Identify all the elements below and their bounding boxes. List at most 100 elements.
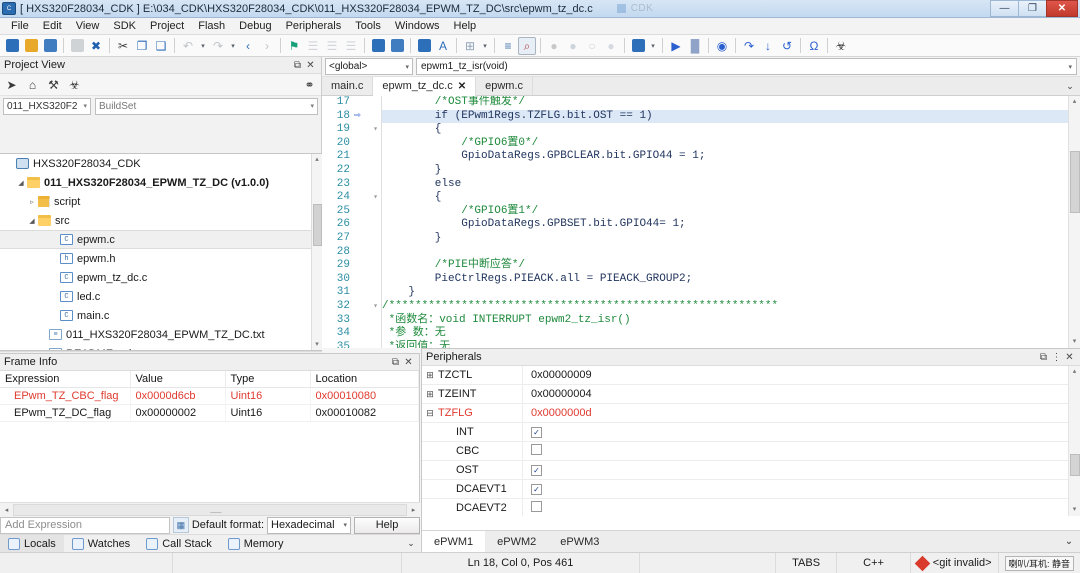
new-file-icon[interactable] <box>3 37 21 55</box>
project-tree-scrollbar[interactable]: ▴ ▾ <box>311 154 322 350</box>
chevron-down-icon[interactable]: ⌄ <box>1058 531 1080 552</box>
replace-icon[interactable] <box>388 37 406 55</box>
peripheral-value[interactable] <box>523 444 542 458</box>
column-header[interactable]: Value <box>130 371 226 388</box>
peripheral-row[interactable]: DCAEVT1 ✓ <box>422 480 1068 499</box>
editor-tab-epwm-c[interactable]: epwm.c <box>476 77 534 95</box>
menu-item-project[interactable]: Project <box>143 19 191 33</box>
tree-item[interactable]: ≡README.md <box>0 344 322 350</box>
tree-expander-icon[interactable]: ◢ <box>26 217 38 225</box>
link-icon[interactable]: ⚭ <box>302 77 317 92</box>
peripheral-row[interactable]: INT ✓ <box>422 423 1068 442</box>
code-line[interactable]: /*GPIO6置0*/ <box>382 137 1080 151</box>
maximize-button[interactable]: ❐ <box>1018 0 1046 17</box>
find-icon[interactable] <box>369 37 387 55</box>
tree-item[interactable]: h epwm.h <box>0 249 322 268</box>
column-header[interactable]: Location <box>310 371 419 388</box>
language-mode[interactable]: C++ <box>837 553 911 573</box>
menu-item-sdk[interactable]: SDK <box>106 19 143 33</box>
scrollbar-track[interactable]: ⸺ <box>13 503 407 517</box>
editor-vertical-scrollbar[interactable]: ▴ ▾ <box>1068 96 1080 348</box>
close-file-icon[interactable]: ✖ <box>87 37 105 55</box>
code-line[interactable]: /*GPIO6置1*/ <box>382 205 1080 219</box>
scroll-right-icon[interactable]: ▸ <box>407 506 420 514</box>
debug-tab-memory[interactable]: Memory <box>220 535 292 552</box>
code-line[interactable]: if (EPwm1Regs.TZFLG.bit.OST == 1) <box>382 109 1080 124</box>
checkbox[interactable] <box>531 444 542 455</box>
float-icon[interactable]: ⧉ <box>1037 352 1050 363</box>
float-icon[interactable]: ⧉ <box>291 60 304 71</box>
editor-tab-epwm_tz_dc-c[interactable]: epwm_tz_dc.c ✕ <box>373 77 477 96</box>
code-line[interactable]: /***************************************… <box>382 300 1080 314</box>
code-line[interactable]: /*OST事件触发*/ <box>382 96 1080 110</box>
code-line[interactable]: PieCtrlRegs.PIEACK.all = PIEACK_GROUP2; <box>382 273 1080 287</box>
code-line[interactable]: { <box>382 191 1080 205</box>
code-line[interactable] <box>382 246 1080 260</box>
peripheral-value[interactable]: ✓ <box>523 483 542 495</box>
column-header[interactable]: Type <box>225 371 311 388</box>
scope-select[interactable]: <global> ▾ <box>325 58 413 75</box>
column-header[interactable]: Expression <box>0 371 131 388</box>
code-line[interactable]: *参 数：无 <box>382 327 1080 341</box>
home-icon[interactable]: ⌂ <box>25 77 40 92</box>
scroll-left-icon[interactable]: ◂ <box>0 506 13 514</box>
table-icon[interactable]: ▦ <box>172 517 189 533</box>
expand-toggle-icon[interactable]: ⊞ <box>422 389 438 400</box>
close-icon[interactable]: ✕ <box>304 60 317 71</box>
layout-icon[interactable]: ⊞ <box>461 37 479 55</box>
scroll-up-icon[interactable]: ▴ <box>312 154 322 165</box>
frame-info-hscrollbar[interactable]: ◂ ⸺ ▸ <box>0 502 420 516</box>
checkbox[interactable]: ✓ <box>531 427 542 438</box>
tree-item[interactable]: Cepwm_tz_dc.c <box>0 268 322 287</box>
peripheral-row[interactable]: DCAEVT2 <box>422 499 1068 516</box>
stop-debug-icon[interactable]: ◉ <box>713 37 731 55</box>
chevron-down-icon[interactable]: ⌄ <box>1060 77 1080 95</box>
close-button[interactable]: ✕ <box>1046 0 1078 17</box>
step-out-icon[interactable]: ↺ <box>778 37 796 55</box>
paste-icon[interactable]: ❑ <box>152 37 170 55</box>
peripherals-register-table[interactable]: ⊞ TZCTL 0x00000009 ⊞ TZEINT 0x00000004 ⊟ TZFLG 0… <box>422 366 1068 516</box>
navigate-back-icon[interactable]: ‹ <box>239 37 257 55</box>
code-line[interactable]: { <box>382 123 1080 137</box>
scrollbar-thumb[interactable] <box>313 204 322 246</box>
menu-item-debug[interactable]: Debug <box>232 19 278 33</box>
checkbox[interactable] <box>531 501 542 512</box>
code-line[interactable]: } <box>382 164 1080 178</box>
headset-icon[interactable]: Ω <box>805 37 823 55</box>
peripheral-row[interactable]: ⊞ TZCTL 0x00000009 <box>422 366 1068 385</box>
add-expression-input[interactable]: Add Expression <box>0 516 170 534</box>
copy-icon[interactable]: ❐ <box>133 37 151 55</box>
function-select[interactable]: epwm1_tz_isr(void) ▾ <box>416 58 1077 75</box>
peripheral-row[interactable]: CBC <box>422 442 1068 461</box>
menu-item-tools[interactable]: Tools <box>348 19 388 33</box>
peripheral-tab-epwm1[interactable]: ePWM1 <box>422 531 486 552</box>
build-icon[interactable]: ≡ <box>499 37 517 55</box>
format-code-icon[interactable]: A <box>434 37 452 55</box>
tree-item[interactable]: ▹ script <box>0 192 322 211</box>
tree-item[interactable]: Cepwm.c <box>0 230 322 249</box>
peripheral-row[interactable]: ⊞ TZEINT 0x00000004 <box>422 385 1068 404</box>
peripheral-value[interactable]: ✓ <box>523 426 542 438</box>
rebuild-icon[interactable]: ⌕ <box>518 36 536 55</box>
menu-icon[interactable]: ⋮ <box>1050 352 1063 363</box>
build-config-icon[interactable]: ⚒ <box>46 77 61 92</box>
run-icon[interactable]: ▶ <box>667 37 685 55</box>
chevron-down-icon[interactable]: ⌄ <box>402 535 420 552</box>
scrollbar-thumb[interactable] <box>1070 454 1080 476</box>
git-status[interactable]: <git invalid> <box>911 553 999 573</box>
peripheral-tab-epwm2[interactable]: ePWM2 <box>485 531 548 552</box>
tree-expander-icon[interactable]: ▹ <box>26 198 38 206</box>
menu-item-edit[interactable]: Edit <box>36 19 69 33</box>
reset-target-icon[interactable] <box>629 37 647 55</box>
expand-toggle-icon[interactable]: ⊞ <box>422 370 438 381</box>
project-tree[interactable]: HXS320F28034_CDK ◢ 011_HXS320F28034_EPWM_T… <box>0 153 322 351</box>
peripheral-tab-epwm3[interactable]: ePWM3 <box>548 531 611 552</box>
code-line[interactable]: } <box>382 286 1080 300</box>
redo-dropdown-icon[interactable]: ▾ <box>228 42 238 50</box>
code-area[interactable]: 17 18 19 20 21 22 23 24 25 26 27 28 29 30 31 32 33 34 35 ⇨… <box>322 96 1080 348</box>
open-folder-icon[interactable] <box>22 37 40 55</box>
scrollbar-grip[interactable]: ⸺ <box>210 507 222 517</box>
close-icon[interactable]: ✕ <box>1063 352 1076 363</box>
code-line[interactable]: GpioDataRegs.GPBCLEAR.bit.GPIO44 = 1; <box>382 150 1080 164</box>
tree-item[interactable]: ◢ src <box>0 211 322 230</box>
